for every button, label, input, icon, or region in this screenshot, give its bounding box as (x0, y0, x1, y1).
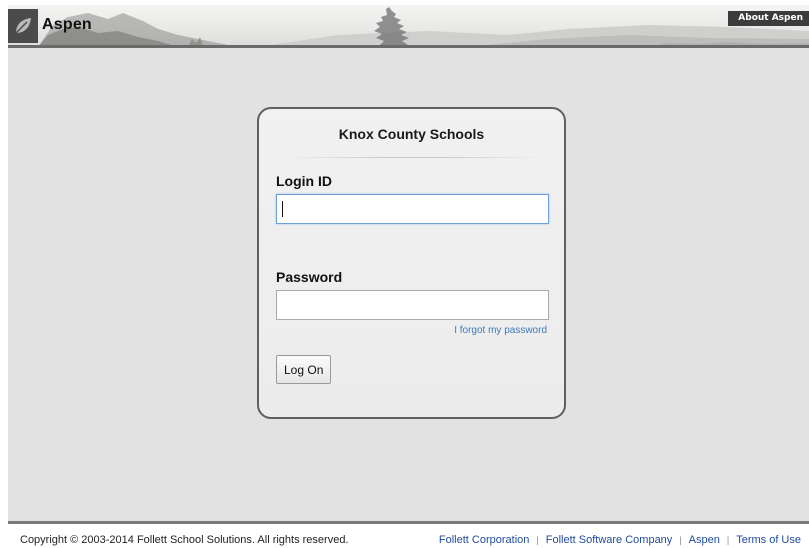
footer-links: Follett Corporation | Follett Software C… (439, 534, 801, 546)
school-name: Knox County Schools (338, 126, 485, 142)
about-aspen-button[interactable]: About Aspen (728, 11, 809, 26)
login-panel: Knox County Schools Login ID Password I … (257, 107, 566, 419)
follett-software-company-link[interactable]: Follett Software Company (546, 534, 673, 546)
aspen-leaf-icon (8, 9, 38, 43)
link-separator: | (536, 535, 539, 545)
login-page: Aspen About Aspen Knox County Schools Lo… (0, 0, 809, 548)
forgot-password-link[interactable]: I forgot my password (454, 325, 547, 336)
copyright-text: Copyright © 2003-2014 Follett School Sol… (20, 534, 349, 546)
aspen-link[interactable]: Aspen (689, 534, 720, 546)
link-separator: | (726, 535, 730, 545)
panel-divider (283, 157, 543, 158)
mountain-landscape-image (38, 7, 809, 47)
login-id-label: Login ID (276, 173, 332, 189)
follett-corporation-link[interactable]: Follett Corporation (439, 534, 530, 546)
footer: Copyright © 2003-2014 Follett School Sol… (8, 524, 809, 548)
header-banner: Aspen About Aspen (8, 5, 809, 47)
log-on-button[interactable]: Log On (276, 355, 332, 384)
app-name: Aspen (42, 16, 92, 33)
password-label: Password (276, 269, 343, 285)
login-id-input[interactable] (276, 194, 549, 224)
text-cursor (282, 201, 283, 217)
terms-of-use-link[interactable]: Terms of Use (736, 534, 801, 546)
main-content: Knox County Schools Login ID Password I … (8, 48, 809, 521)
link-separator: | (679, 535, 682, 545)
password-input[interactable] (276, 290, 549, 320)
